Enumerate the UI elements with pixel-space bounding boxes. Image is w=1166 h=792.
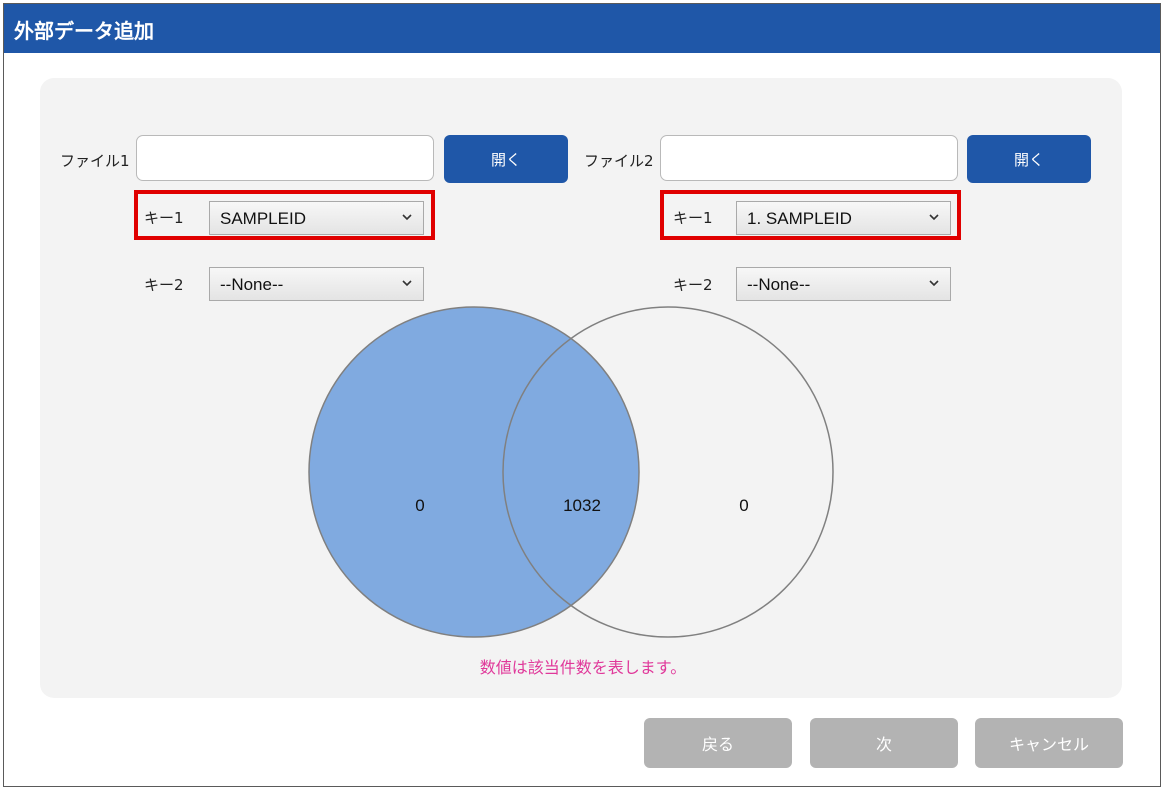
cancel-button[interactable]: キャンセル	[975, 718, 1123, 768]
left-only-count: 0	[415, 496, 425, 515]
count-note: 数値は該当件数を表します。	[479, 658, 687, 677]
left-set-circle	[308, 306, 640, 638]
next-button[interactable]: 次	[810, 718, 958, 768]
right-only-count: 0	[739, 496, 749, 515]
back-button[interactable]: 戻る	[644, 718, 792, 768]
intersection-count: 1032	[563, 496, 601, 515]
